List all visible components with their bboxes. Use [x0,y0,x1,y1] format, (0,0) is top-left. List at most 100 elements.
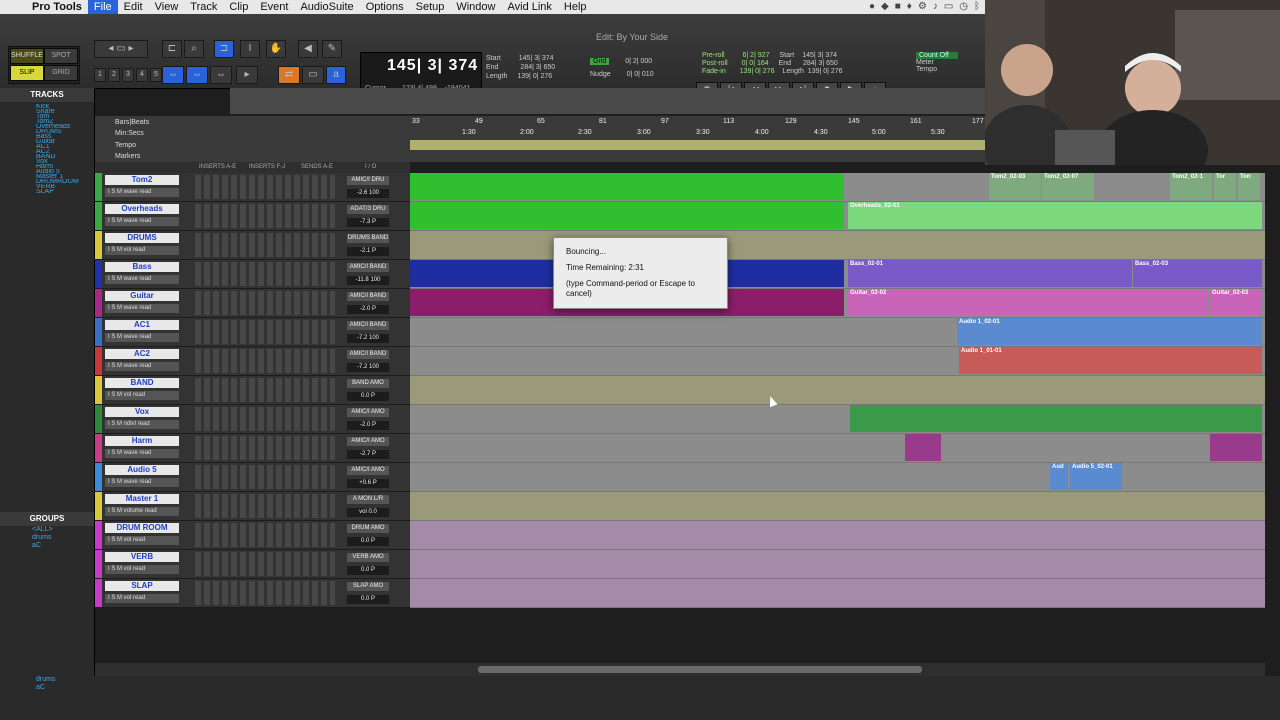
lane-overheads[interactable]: Overheads_02-01 [410,202,1265,231]
io-selector[interactable]: ADAT/3 DRU [347,205,389,214]
shield-icon[interactable]: ■ [895,1,901,12]
insert-slots[interactable] [195,320,335,344]
gear-icon[interactable]: ⚙ [918,1,927,12]
insert-slots[interactable] [195,523,335,547]
volume-readout[interactable]: -2.6 100 [347,189,389,198]
track-name[interactable]: AC1 [105,320,179,330]
lane-verb[interactable] [410,550,1265,579]
lane-harm[interactable] [410,434,1265,463]
grid-label[interactable]: Grid [590,58,610,65]
mirror-midi-icon[interactable]: ⇄ [278,66,300,84]
lane-drums[interactable] [410,231,1265,260]
menu-options[interactable]: Options [360,0,410,14]
track-buttons[interactable]: I S M vol read [105,565,179,574]
insert-slots[interactable] [195,494,335,518]
clip-harm-b[interactable] [1210,434,1262,461]
io-selector[interactable]: VERB AMO [347,553,389,562]
track-list-item[interactable]: SLAP [0,189,94,194]
track-name[interactable]: VERB [105,552,179,562]
menu-view[interactable]: View [149,0,185,14]
track-header-row[interactable]: SLAP I S M vol read SLAP AMO 0.0 P [95,579,410,608]
bottom-group-drums[interactable]: drums [0,676,1280,684]
clip-overheads-main[interactable] [410,202,844,229]
volume-readout[interactable]: -2.7 P [347,450,389,459]
zoomer-tool-icon[interactable]: ⊏ [162,40,182,58]
automation-mode[interactable]: read [139,363,151,369]
lane-slap[interactable] [410,579,1265,608]
track-buttons[interactable]: I S M vol read [105,391,179,400]
postroll-value[interactable]: 0| 0| 164 [742,60,769,67]
commands-focus-icon[interactable]: a [326,66,346,84]
track-buttons[interactable]: I S M wave read [105,188,179,197]
lane-ac2[interactable]: Audio 1_01-01 [410,347,1265,376]
track-buttons[interactable]: I S M vol read [105,246,179,255]
insert-slots[interactable] [195,291,335,315]
track-name[interactable]: Vox [105,407,179,417]
transport-end[interactable]: 284| 3| 650 [803,60,838,67]
view-mode[interactable]: wave [124,334,138,340]
lane-master[interactable] [410,492,1265,521]
track-buttons[interactable]: I S M volume read [105,507,179,516]
track-buttons[interactable]: I S M wave read [105,478,179,487]
zoom-preset-4[interactable]: 4 [136,68,148,82]
io-selector[interactable]: DRUM AMO [347,524,389,533]
zoom-preset-1[interactable]: 1 [94,68,106,82]
volume-readout[interactable]: 0.0 P [347,595,389,604]
io-selector[interactable]: AMIC/I AMO [347,437,389,446]
io-selector[interactable]: AMIC/I AMO [347,408,389,417]
track-header-row[interactable]: DRUMS I S M vol read DRUMS BAND -2.1 P [95,231,410,260]
menu-window[interactable]: Window [450,0,501,14]
automation-mode[interactable]: read [133,595,145,601]
clip-tom2-1[interactable]: Tom2_02-1 [1170,173,1212,200]
track-header-row[interactable]: Bass I S M wave read AMIC/I BAND -11.8 100 [95,260,410,289]
time-machine-icon[interactable]: ◷ [959,1,968,12]
zoom-tool-icon[interactable]: ⌕ [184,40,204,58]
view-mode[interactable]: wave [124,189,138,195]
countoff-button[interactable]: Count Off [916,52,958,59]
track-header-row[interactable]: DRUM ROOM I S M vol read DRUM AMO 0.0 P [95,521,410,550]
io-selector[interactable]: SLAP AMO [347,582,389,591]
insert-slots[interactable] [195,233,335,257]
volume-readout[interactable]: -7.2 100 [347,334,389,343]
track-header-row[interactable]: Audio 5 I S M wave read AMIC/I AMO +0.6 P [95,463,410,492]
automation-mode[interactable]: read [133,392,145,398]
track-buttons[interactable]: I S M wave read [105,217,179,226]
track-buttons[interactable]: I S M wave read [105,304,179,313]
view-mode[interactable]: wave [124,305,138,311]
volume-readout[interactable]: +0.6 P [347,479,389,488]
menu-clip[interactable]: Clip [223,0,254,14]
clip-tom2-07[interactable]: Tom2_02-07 [1042,173,1094,200]
insertion-follows-icon[interactable]: ⇔ [210,66,232,84]
track-name[interactable]: Master 1 [105,494,179,504]
insert-slots[interactable] [195,581,335,605]
lane-ac1[interactable]: Audio 1_02-01 [410,318,1265,347]
automation-mode[interactable]: read [139,479,151,485]
nudge-value[interactable]: 0| 0| 010 [627,71,654,78]
volume-readout[interactable]: -7.3 P [347,218,389,227]
ruler-tempo[interactable]: Tempo [115,142,136,149]
track-name[interactable]: Bass [105,262,179,272]
track-buttons[interactable]: I S M wave read [105,449,179,458]
track-buttons[interactable]: I S M wave read [105,333,179,342]
view-mode[interactable]: ndlvl [124,421,136,427]
volume-readout[interactable]: -11.8 100 [347,276,389,285]
track-name[interactable]: DRUMS [105,233,179,243]
ruler-min-secs[interactable]: Min:Secs [115,130,144,137]
tempo-label[interactable]: Tempo [916,66,986,73]
track-buttons[interactable]: I S M ndlvl read [105,420,179,429]
menu-file[interactable]: File [87,0,118,14]
volume-readout[interactable]: -2.0 P [347,305,389,314]
ruler-markers[interactable]: Markers [115,153,140,160]
track-name[interactable]: AC2 [105,349,179,359]
volume-readout[interactable]: 0.0 P [347,566,389,575]
mode-grid[interactable]: GRID [44,65,78,81]
automation-mode[interactable]: read [139,334,151,340]
fadein-label[interactable]: Fade-in [700,68,728,75]
clip-overheads-01[interactable]: Overheads_02-01 [848,202,1262,229]
nudge-label[interactable]: Nudge [590,71,611,78]
view-mode[interactable]: vol [124,566,132,572]
volume-readout[interactable]: 0.0 P [347,537,389,546]
clip-vox[interactable] [850,405,1262,432]
preroll-value[interactable]: 6| 2| 927 [743,52,770,59]
view-mode[interactable]: volume [124,508,143,514]
